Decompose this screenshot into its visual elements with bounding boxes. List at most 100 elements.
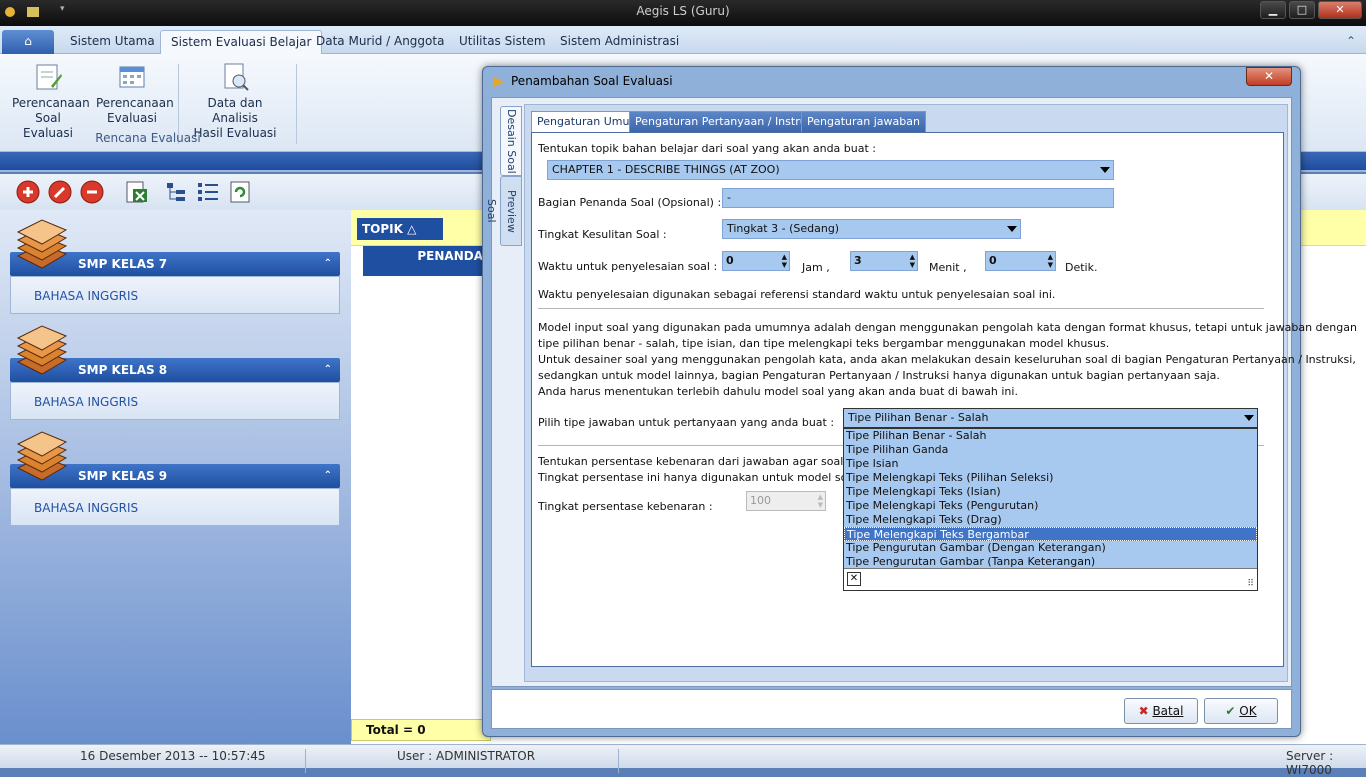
- dropdown-option[interactable]: Tipe Melengkapi Teks (Drag): [844, 513, 1257, 527]
- status-user: User : ADMINISTRATOR: [397, 749, 536, 763]
- tab-desain-soal[interactable]: Desain Soal: [500, 106, 522, 176]
- time-note: Waktu penyelesaian digunakan sebagai ref…: [538, 288, 1056, 301]
- books-icon: [12, 216, 72, 276]
- difficulty-select-value: Tingkat 3 - (Sedang): [727, 222, 840, 235]
- dropdown-option[interactable]: Tipe Pilihan Benar - Salah: [844, 429, 1257, 443]
- spinner-arrows-icon: ▲ ▼: [817, 493, 823, 509]
- tab-pengaturan-jawaban[interactable]: Pengaturan jawaban: [801, 111, 926, 132]
- button-label: Data dan Analisis: [207, 96, 263, 125]
- topik-column-header[interactable]: TOPIK △: [357, 218, 443, 240]
- ok-button[interactable]: ✔ OK: [1204, 698, 1278, 724]
- perencanaan-evaluasi-button[interactable]: Perencanaan Evaluasi: [96, 62, 174, 126]
- topic-select[interactable]: CHAPTER 1 - DESCRIBE THINGS (AT ZOO): [547, 160, 1114, 180]
- tab-preview-soal[interactable]: Preview Soal: [485, 176, 522, 246]
- tab-sistem-administrasi[interactable]: Sistem Administrasi: [550, 30, 689, 54]
- answer-type-dropdown-list: Tipe Pilihan Benar - Salah Tipe Pilihan G…: [843, 428, 1258, 591]
- dropdown-option[interactable]: Tipe Pilihan Ganda: [844, 443, 1257, 457]
- dialog-icon: [492, 75, 506, 92]
- tab-sistem-evaluasi-belajar[interactable]: Sistem Evaluasi Belajar: [160, 30, 323, 54]
- ok-label: OK: [1239, 704, 1257, 718]
- spinner-arrows-icon[interactable]: ▲ ▼: [1048, 253, 1053, 269]
- excel-export-icon[interactable]: [124, 180, 148, 204]
- dropdown-arrow-icon: [1007, 226, 1017, 232]
- section-divider: [538, 308, 1264, 309]
- ribbon-separator: [296, 64, 297, 144]
- perencanaan-soal-evaluasi-button[interactable]: Perencanaan Soal Evaluasi: [12, 62, 90, 141]
- difficulty-label: Tingkat Kesulitan Soal :: [538, 228, 667, 241]
- model-description: Model input soal yang digunakan pada umu…: [538, 320, 1357, 400]
- books-icon: [12, 322, 72, 382]
- marker-input-value: -: [727, 191, 731, 204]
- dialog-close-button[interactable]: ✕: [1246, 67, 1292, 86]
- difficulty-select[interactable]: Tingkat 3 - (Sedang): [722, 219, 1021, 239]
- cancel-button[interactable]: ✖ Batal: [1124, 698, 1198, 724]
- refresh-icon[interactable]: [228, 180, 252, 204]
- add-icon[interactable]: [16, 180, 40, 204]
- tab-data-murid[interactable]: Data Murid / Anggota: [306, 30, 454, 54]
- model-text-line: sedangkan untuk model lainnya, bagian Pe…: [538, 369, 1220, 382]
- dropdown-option[interactable]: Tipe Pengurutan Gambar (Dengan Keteranga…: [844, 541, 1257, 555]
- model-text-line: tipe pilihan benar - salah, tipe isian, …: [538, 337, 1110, 350]
- books-icon: [12, 428, 72, 488]
- marker-input[interactable]: -: [722, 188, 1114, 208]
- dropdown-option[interactable]: Tipe Pengurutan Gambar (Tanpa Keterangan…: [844, 555, 1257, 569]
- subject-item[interactable]: BAHASA INGGRIS: [10, 382, 340, 420]
- button-label: Perencanaan: [12, 96, 90, 110]
- window-title: Aegis LS (Guru): [636, 4, 730, 18]
- tab-sistem-utama[interactable]: Sistem Utama: [60, 30, 165, 54]
- percent-text-1: Tentukan persentase kebenaran dari jawab…: [538, 455, 888, 468]
- hours-spinner[interactable]: 0 ▲ ▼: [722, 251, 790, 271]
- spinner-arrows-icon[interactable]: ▲ ▼: [910, 253, 915, 269]
- section-divider: [1258, 445, 1264, 446]
- dropdown-option[interactable]: Tipe Isian: [844, 457, 1257, 471]
- minutes-spinner[interactable]: 3 ▲ ▼: [850, 251, 918, 271]
- clear-selection-icon[interactable]: ✕: [847, 572, 861, 586]
- answer-type-select[interactable]: Tipe Pilihan Benar - Salah: [843, 408, 1258, 428]
- status-bar: 16 Desember 2013 -- 10:57:45 User : ADMI…: [0, 744, 1366, 777]
- class-group-title: SMP KELAS 7: [78, 257, 168, 271]
- seconds-spinner[interactable]: 0 ▲ ▼: [985, 251, 1056, 271]
- close-button[interactable]: ✕: [1318, 1, 1362, 19]
- dropdown-arrow-icon: [1100, 167, 1110, 173]
- list-view-icon[interactable]: [196, 180, 220, 204]
- dropdown-option[interactable]: Tipe Melengkapi Teks (Isian): [844, 485, 1257, 499]
- ribbon-collapse-icon[interactable]: ⌃: [1336, 30, 1366, 54]
- minimize-button[interactable]: ▁: [1260, 1, 1286, 19]
- tab-utilitas-sistem[interactable]: Utilitas Sistem: [449, 30, 556, 54]
- button-label: Perencanaan: [96, 96, 174, 110]
- home-tab[interactable]: ⌂: [2, 30, 54, 54]
- dropdown-option[interactable]: Tipe Melengkapi Teks Bergambar: [844, 527, 1257, 541]
- tree-view-icon[interactable]: [164, 180, 188, 204]
- tab-pengaturan-pertanyaan[interactable]: Pengaturan Pertanyaan / Instruksi: [629, 111, 828, 132]
- minutes-unit: Menit ,: [929, 261, 967, 274]
- section-divider: [538, 445, 843, 446]
- edit-icon[interactable]: [48, 180, 72, 204]
- collapse-chevron-icon[interactable]: ⌃: [324, 358, 332, 382]
- cancel-x-icon: ✖: [1138, 704, 1149, 718]
- spinner-arrows-icon[interactable]: ▲ ▼: [782, 253, 787, 269]
- status-server: Server : WI7000: [1286, 749, 1334, 777]
- button-label: Evaluasi: [107, 111, 157, 125]
- maximize-button[interactable]: □: [1289, 1, 1315, 19]
- subject-item[interactable]: BAHASA INGGRIS: [10, 488, 340, 526]
- check-icon: ✔: [1225, 704, 1236, 718]
- class-sidebar: SMP KELAS 7 ⌃ BAHASA INGGRIS SMP KELAS 8 ⌃…: [0, 210, 351, 744]
- delete-icon[interactable]: [80, 180, 104, 204]
- percent-value: 100: [750, 494, 771, 507]
- resize-grip-icon[interactable]: ⠿: [1247, 579, 1254, 589]
- seconds-unit: Detik.: [1065, 261, 1098, 274]
- collapse-chevron-icon[interactable]: ⌃: [324, 464, 332, 488]
- penanda-column-header[interactable]: PENANDA: [363, 246, 493, 276]
- collapse-chevron-icon[interactable]: ⌃: [324, 252, 332, 276]
- dialog-footer: ✖ Batal ✔ OK: [491, 689, 1292, 729]
- status-separator: [618, 749, 619, 773]
- model-text-line: Untuk desainer soal yang menggunakan pen…: [538, 353, 1356, 366]
- data-analisis-button[interactable]: Data dan Analisis Hasil Evaluasi: [186, 62, 284, 141]
- subject-item[interactable]: BAHASA INGGRIS: [10, 276, 340, 314]
- dropdown-option[interactable]: Tipe Melengkapi Teks (Pengurutan): [844, 499, 1257, 513]
- hours-unit: Jam ,: [802, 261, 830, 274]
- dropdown-option[interactable]: Tipe Melengkapi Teks (Pilihan Seleksi): [844, 471, 1257, 485]
- home-icon: ⌂: [24, 34, 32, 48]
- status-datetime: 16 Desember 2013 -- 10:57:45: [80, 749, 266, 763]
- time-label: Waktu untuk penyelesaian soal :: [538, 260, 718, 273]
